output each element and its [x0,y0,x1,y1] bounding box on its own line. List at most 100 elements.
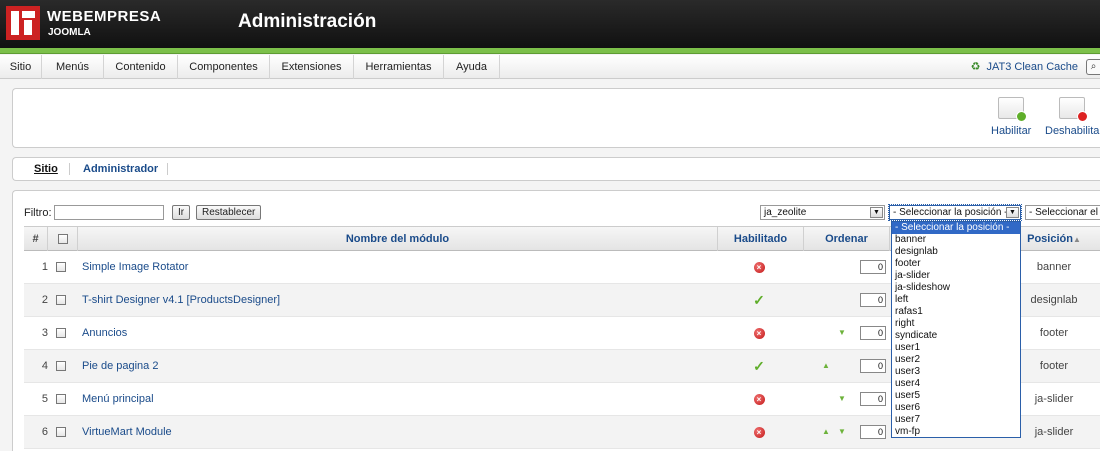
filter-label: Filtro: [24,207,52,219]
row-checkbox-cell [56,416,70,448]
col-select-all [48,227,78,251]
position-option[interactable]: user4 [892,378,1020,390]
col-order[interactable]: Ordenar [804,227,890,251]
search-icon[interactable]: ⌕ [1086,59,1100,75]
position-option[interactable]: right [892,318,1020,330]
row-checkbox-cell [56,350,70,382]
disabled-x-icon[interactable]: × [753,393,765,405]
position-select[interactable]: - Seleccionar la posición - ▼ [888,204,1022,221]
position-option[interactable]: banner [892,234,1020,246]
order-input[interactable]: 0 [860,326,886,340]
position-cell: banner [1036,261,1072,273]
position-option[interactable]: left [892,294,1020,306]
menu-menus[interactable]: Menús [42,55,104,79]
order-input[interactable]: 0 [860,392,886,406]
module-name-link[interactable]: T-shirt Designer v4.1 [ProductsDesigner] [82,284,280,316]
order-input[interactable]: 0 [860,293,886,307]
row-number: 4 [41,360,48,372]
reset-button[interactable]: Restablecer [196,205,262,220]
page-title: Administración [238,11,377,32]
row-number: 6 [41,426,48,438]
checkmark-icon[interactable]: ✓ [753,350,765,382]
position-option[interactable]: user3 [892,366,1020,378]
position-select-value: - Seleccionar la posición - [893,207,1008,218]
menu-ayuda[interactable]: Ayuda [444,55,500,79]
filter-input[interactable] [54,205,164,220]
position-option[interactable]: ja-slideshow [892,282,1020,294]
position-option[interactable]: ja-slider [892,270,1020,282]
position-option[interactable]: user6 [892,402,1020,414]
col-position[interactable]: Posición▲ [1008,227,1100,251]
jat3-clean-cache-link[interactable]: ♻ JAT3 Clean Cache [971,55,1078,79]
menu-sitio[interactable]: Sitio [0,55,42,79]
tab-administrador[interactable]: Administrador [83,158,158,180]
module-name-link[interactable]: Pie de pagina 2 [82,350,158,382]
position-option[interactable]: - Seleccionar la posición - [892,222,1020,234]
go-button[interactable]: Ir [172,205,191,220]
row-number: 2 [41,294,48,306]
template-select[interactable]: ja_zeolite ▼ [760,205,885,220]
position-option[interactable]: user2 [892,354,1020,366]
col-name[interactable]: Nombre del módulo [78,227,718,251]
row-checkbox[interactable] [56,361,66,372]
module-name-link[interactable]: Anuncios [82,317,127,349]
move-down-icon[interactable]: ▼ [838,317,846,349]
move-down-icon[interactable]: ▼ [838,416,846,448]
disabled-x-icon[interactable]: × [753,261,765,273]
enable-button[interactable]: Habilitar [991,97,1031,137]
move-down-icon[interactable]: ▼ [838,383,846,415]
row-checkbox-cell [56,284,70,316]
disabled-x-icon[interactable]: × [753,426,765,438]
menu-extensiones[interactable]: Extensiones [270,55,354,79]
enabled-cell: ✓ [724,284,794,316]
position-option[interactable]: footer [892,258,1020,270]
checkmark-icon[interactable]: ✓ [753,284,765,316]
move-up-icon[interactable]: ▲ [822,416,830,448]
enabled-cell: × [724,416,794,448]
order-input[interactable]: 0 [860,260,886,274]
row-checkbox[interactable] [56,262,66,273]
disable-button[interactable]: Deshabilita [1045,97,1099,137]
client-tabs: Sitio Administrador [12,157,1100,181]
position-option[interactable]: user1 [892,342,1020,354]
enable-icon [998,97,1028,122]
menu-contenido[interactable]: Contenido [104,55,178,79]
brand-sub: JOOMLA [48,27,91,38]
row-checkbox[interactable] [56,328,66,339]
brand-name: WEBEMPRESA [47,8,162,25]
enabled-cell: × [724,383,794,415]
col-num: # [24,227,48,251]
position-option[interactable]: rafas1 [892,306,1020,318]
row-checkbox[interactable] [56,427,66,438]
position-cell: ja-slider [1034,393,1074,405]
position-option[interactable]: user7 [892,414,1020,426]
order-input[interactable]: 0 [860,359,886,373]
row-checkbox[interactable] [56,295,66,306]
type-select[interactable]: - Seleccionar el ti [1025,205,1100,220]
position-cell: footer [1039,360,1069,372]
row-checkbox-cell [56,317,70,349]
position-option[interactable]: user5 [892,390,1020,402]
position-option[interactable]: designlab [892,246,1020,258]
position-cell: footer [1039,327,1069,339]
select-all-checkbox[interactable] [57,234,68,245]
disabled-x-icon[interactable]: × [753,327,765,339]
row-checkbox[interactable] [56,394,66,405]
row-checkbox-cell [56,251,70,283]
position-dropdown-list[interactable]: - Seleccionar la posición - banner designl… [891,221,1021,438]
module-name-link[interactable]: Simple Image Rotator [82,251,188,283]
order-cell: ▼ 0 [814,317,886,349]
joomla-logo-icon [6,6,40,40]
menu-componentes[interactable]: Componentes [178,55,270,79]
position-option[interactable]: syndicate [892,330,1020,342]
order-cell: ▼ 0 [814,383,886,415]
tab-sitio[interactable]: Sitio [34,158,58,180]
menu-herramientas[interactable]: Herramientas [354,55,444,79]
position-option[interactable]: vm-fp [892,426,1020,437]
module-name-link[interactable]: Menú principal [82,383,154,415]
col-enabled[interactable]: Habilitado [718,227,804,251]
order-input[interactable]: 0 [860,425,886,439]
module-name-link[interactable]: VirtueMart Module [82,416,172,448]
cache-label: JAT3 Clean Cache [986,61,1078,73]
move-up-icon[interactable]: ▲ [822,350,830,382]
